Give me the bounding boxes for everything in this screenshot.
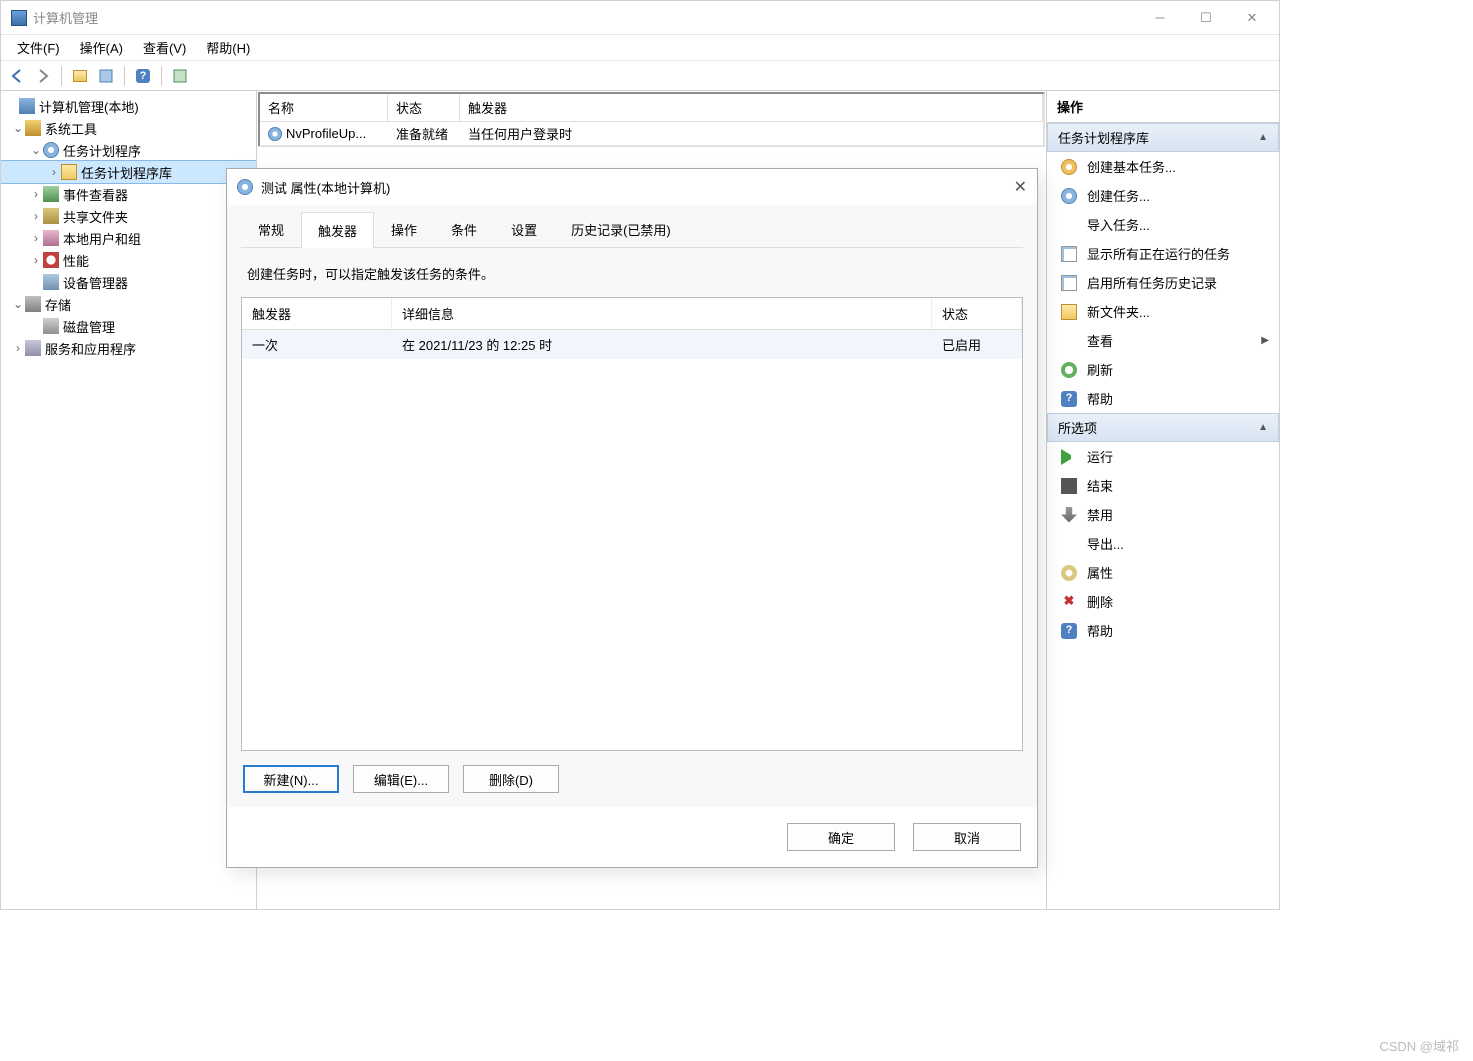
tree-local-users[interactable]: ›本地用户和组	[1, 227, 256, 249]
tab-description: 创建任务时，可以指定触发该任务的条件。	[241, 248, 1023, 297]
tree-panel: 计算机管理(本地) ⌄系统工具 ⌄任务计划程序 ›任务计划程序库 ›事件查看器 …	[1, 91, 257, 909]
delete-icon: ✖	[1061, 594, 1077, 610]
action-end[interactable]: 结束	[1047, 471, 1279, 500]
titlebar: 计算机管理 ─ ☐ ✕	[1, 1, 1279, 35]
task-icon	[268, 127, 282, 141]
clock-icon	[1061, 188, 1077, 204]
tree-services-apps[interactable]: ›服务和应用程序	[1, 337, 256, 359]
action-refresh[interactable]: 刷新	[1047, 355, 1279, 384]
action-show-running[interactable]: 显示所有正在运行的任务	[1047, 239, 1279, 268]
document-icon	[1061, 275, 1077, 291]
th-status[interactable]: 状态	[932, 298, 1022, 329]
action-export[interactable]: 导出...	[1047, 529, 1279, 558]
tree-system-tools[interactable]: ⌄系统工具	[1, 117, 256, 139]
cancel-button[interactable]: 取消	[913, 823, 1021, 851]
close-button[interactable]: ✕	[1229, 3, 1275, 33]
help-icon: ?	[1061, 391, 1077, 407]
properties-toolbar-button[interactable]	[94, 64, 118, 88]
disable-icon	[1061, 507, 1077, 523]
menu-view[interactable]: 查看(V)	[135, 36, 194, 59]
menu-file[interactable]: 文件(F)	[9, 36, 68, 59]
action-run[interactable]: 运行	[1047, 442, 1279, 471]
action-view[interactable]: 查看▶	[1047, 326, 1279, 355]
maximize-button[interactable]: ☐	[1183, 3, 1229, 33]
dialog-title: 测试 属性(本地计算机)	[261, 178, 997, 197]
action-create-basic-task[interactable]: 创建基本任务...	[1047, 152, 1279, 181]
actions-panel: 操作 任务计划程序库▲ 创建基本任务... 创建任务... 导入任务... 显示…	[1047, 91, 1279, 909]
action-help[interactable]: ?帮助	[1047, 384, 1279, 413]
refresh-icon	[1061, 362, 1077, 378]
action-disable[interactable]: 禁用	[1047, 500, 1279, 529]
action-import-task[interactable]: 导入任务...	[1047, 210, 1279, 239]
action-new-folder[interactable]: 新文件夹...	[1047, 297, 1279, 326]
dialog-close-button[interactable]: ✕	[997, 177, 1027, 197]
app-icon	[11, 10, 27, 26]
col-name[interactable]: 名称	[260, 94, 388, 121]
tab-conditions[interactable]: 条件	[434, 211, 494, 247]
delete-trigger-button[interactable]: 删除(D)	[463, 765, 559, 793]
tree-root[interactable]: 计算机管理(本地)	[1, 95, 256, 117]
col-trigger[interactable]: 触发器	[460, 94, 1043, 121]
play-icon	[1061, 449, 1077, 465]
tree-performance[interactable]: ›性能	[1, 249, 256, 271]
toolbar: ?	[1, 61, 1279, 91]
tab-general[interactable]: 常规	[241, 211, 301, 247]
tree-disk-management[interactable]: 磁盘管理	[1, 315, 256, 337]
window-title: 计算机管理	[33, 8, 1137, 27]
th-trigger[interactable]: 触发器	[242, 298, 392, 329]
action-help2[interactable]: ?帮助	[1047, 616, 1279, 645]
tree-shared-folders[interactable]: ›共享文件夹	[1, 205, 256, 227]
tab-actions[interactable]: 操作	[374, 211, 434, 247]
tab-history[interactable]: 历史记录(已禁用)	[554, 211, 688, 247]
tree-task-scheduler[interactable]: ⌄任务计划程序	[1, 139, 256, 161]
chevron-right-icon: ▶	[1261, 335, 1269, 346]
edit-trigger-button[interactable]: 编辑(E)...	[353, 765, 449, 793]
dialog-titlebar: 测试 属性(本地计算机) ✕	[227, 169, 1037, 205]
tab-triggers[interactable]: 触发器	[301, 212, 374, 248]
tree-storage[interactable]: ⌄存储	[1, 293, 256, 315]
up-button[interactable]	[68, 64, 92, 88]
properties-icon	[1061, 565, 1077, 581]
trigger-list-header: 触发器 详细信息 状态	[242, 298, 1022, 330]
nav-back-button[interactable]	[5, 64, 29, 88]
run-toolbar-button[interactable]	[168, 64, 192, 88]
actions-title: 操作	[1047, 91, 1279, 123]
actions-section-library[interactable]: 任务计划程序库▲	[1047, 123, 1279, 152]
ok-button[interactable]: 确定	[787, 823, 895, 851]
tab-settings[interactable]: 设置	[494, 211, 554, 247]
tree-task-scheduler-library[interactable]: ›任务计划程序库	[1, 161, 256, 183]
task-list-header: 名称 状态 触发器	[260, 94, 1043, 122]
action-properties[interactable]: 属性	[1047, 558, 1279, 587]
th-detail[interactable]: 详细信息	[392, 298, 932, 329]
folder-icon	[1061, 304, 1077, 320]
document-icon	[1061, 246, 1077, 262]
clock-icon	[237, 179, 253, 195]
menu-help[interactable]: 帮助(H)	[198, 36, 258, 59]
menu-action[interactable]: 操作(A)	[72, 36, 131, 59]
stop-icon	[1061, 478, 1077, 494]
help-toolbar-button[interactable]: ?	[131, 64, 155, 88]
dialog-tabs: 常规 触发器 操作 条件 设置 历史记录(已禁用)	[241, 211, 1023, 248]
minimize-button[interactable]: ─	[1137, 3, 1183, 33]
col-status[interactable]: 状态	[388, 94, 460, 121]
action-delete[interactable]: ✖删除	[1047, 587, 1279, 616]
trigger-row[interactable]: 一次 在 2021/11/23 的 12:25 时 已启用	[242, 330, 1022, 359]
help-icon: ?	[1061, 623, 1077, 639]
task-row[interactable]: NvProfileUp... 准备就绪 当任何用户登录时	[260, 122, 1043, 145]
tree-device-manager[interactable]: 设备管理器	[1, 271, 256, 293]
trigger-list: 触发器 详细信息 状态 一次 在 2021/11/23 的 12:25 时 已启…	[241, 297, 1023, 751]
new-trigger-button[interactable]: 新建(N)...	[243, 765, 339, 793]
menubar: 文件(F) 操作(A) 查看(V) 帮助(H)	[1, 35, 1279, 61]
tree-event-viewer[interactable]: ›事件查看器	[1, 183, 256, 205]
action-enable-history[interactable]: 启用所有任务历史记录	[1047, 268, 1279, 297]
action-create-task[interactable]: 创建任务...	[1047, 181, 1279, 210]
nav-forward-button[interactable]	[31, 64, 55, 88]
watermark: CSDN @域祁	[1379, 1036, 1459, 1055]
actions-section-selected[interactable]: 所选项▲	[1047, 413, 1279, 442]
clock-icon	[1061, 159, 1077, 175]
task-properties-dialog: 测试 属性(本地计算机) ✕ 常规 触发器 操作 条件 设置 历史记录(已禁用)…	[226, 168, 1038, 868]
